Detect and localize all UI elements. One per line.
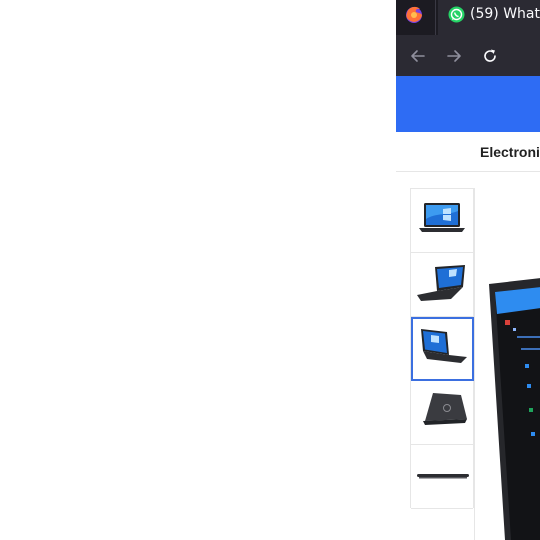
product-gallery xyxy=(410,188,540,540)
back-button[interactable] xyxy=(400,35,436,76)
thumbnail-angle-right[interactable] xyxy=(411,253,473,317)
navigation-toolbar xyxy=(396,35,540,76)
firefox-logo-icon[interactable] xyxy=(404,4,424,24)
thumbnail-lid-closed[interactable] xyxy=(411,381,473,445)
tab-title: (59) Whats xyxy=(470,6,540,22)
forward-button[interactable] xyxy=(436,35,472,76)
browser-window: (59) Whats Electronic xyxy=(396,0,540,540)
blank-area xyxy=(0,0,396,540)
tab-separator xyxy=(435,0,436,35)
reload-icon xyxy=(484,49,496,62)
thumbnail-list xyxy=(410,188,474,509)
tab-whatsapp[interactable]: (59) Whats xyxy=(438,0,540,35)
back-arrow-icon xyxy=(411,49,425,62)
category-link[interactable]: Electronic xyxy=(480,144,540,160)
thumbnail-angle-left[interactable] xyxy=(411,317,474,381)
forward-arrow-icon xyxy=(447,49,461,62)
site-header xyxy=(396,76,540,132)
thumbnail-side-profile[interactable] xyxy=(411,445,473,509)
thumbnail-front[interactable] xyxy=(411,189,473,253)
reload-button[interactable] xyxy=(472,35,508,76)
category-bar: Electronic xyxy=(396,132,540,172)
whatsapp-icon xyxy=(448,6,465,23)
tab-bar: (59) Whats xyxy=(396,0,540,35)
main-product-image[interactable] xyxy=(474,188,540,540)
